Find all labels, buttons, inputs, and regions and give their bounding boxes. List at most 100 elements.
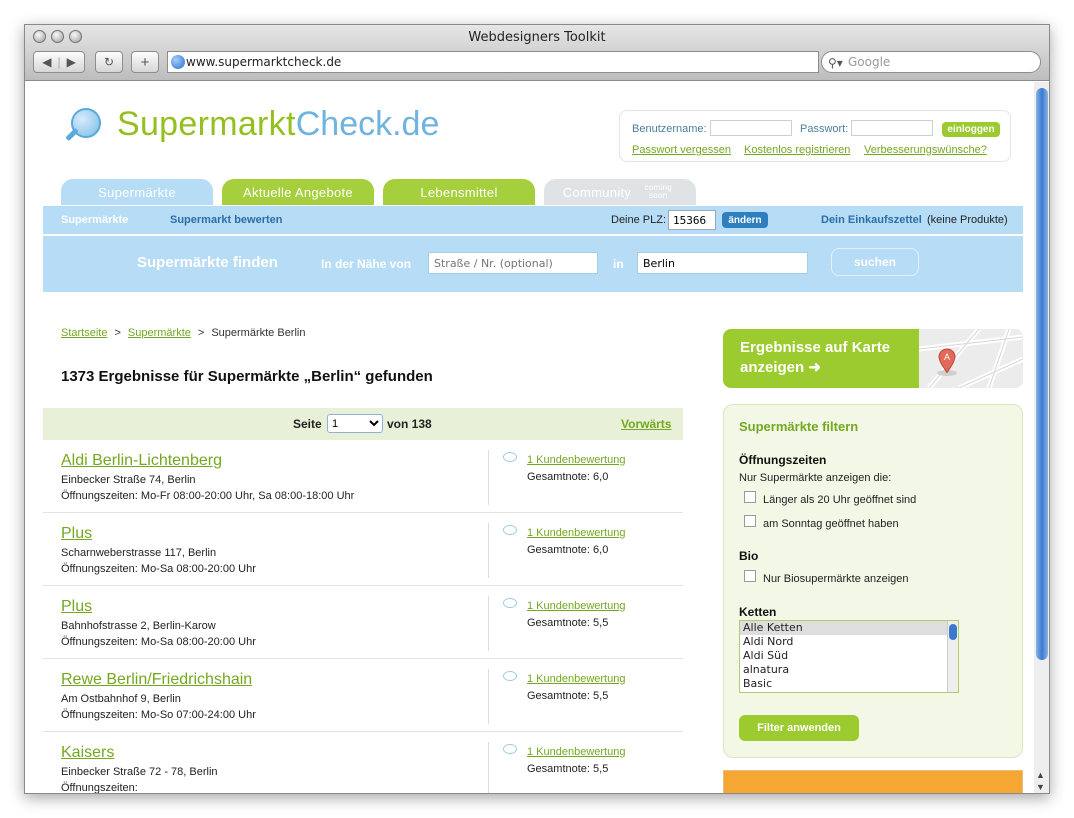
sunday-open-label: am Sonntag geöffnet haben bbox=[763, 518, 899, 530]
register-link[interactable]: Kostenlos registrieren bbox=[744, 144, 850, 156]
add-bookmark-button[interactable]: + bbox=[131, 51, 159, 73]
site-logo[interactable]: Supermarkt Check.de bbox=[63, 104, 439, 144]
shopping-list-count: (keine Produkte) bbox=[927, 214, 1008, 226]
result-address: Einbecker Straße 72 - 78, Berlin bbox=[61, 766, 218, 778]
tab-community[interactable]: Community coming soon bbox=[544, 179, 696, 205]
breadcrumb-supermaerkte[interactable]: Supermärkte bbox=[128, 327, 191, 339]
result-name-link[interactable]: Rewe Berlin/Friedrichshain bbox=[61, 671, 252, 689]
chains-title: Ketten bbox=[739, 605, 777, 619]
result-hours: Öffnungszeiten: Mo-Sa 08:00-20:00 Uhr bbox=[61, 563, 256, 575]
late-open-label: Länger als 20 Uhr geöffnet sind bbox=[763, 494, 917, 506]
result-grade: Gesamtnote: 5,5 bbox=[527, 690, 609, 702]
promo-banner[interactable] bbox=[723, 770, 1023, 793]
filter-title: Supermärkte filtern bbox=[739, 419, 859, 434]
tab-angebote[interactable]: Aktuelle Angebote bbox=[222, 179, 374, 205]
result-hours: Öffnungszeiten: Mo-So 07:00-24:00 Uhr bbox=[61, 709, 256, 721]
filter-panel: Supermärkte filtern Öffnungszeiten Nur S… bbox=[723, 404, 1023, 758]
password-input[interactable] bbox=[851, 120, 933, 136]
result-name-link[interactable]: Plus bbox=[61, 525, 92, 543]
breadcrumb-home[interactable]: Startseite bbox=[61, 327, 107, 339]
plus-icon: + bbox=[140, 53, 150, 71]
result-reviews-link[interactable]: 1 Kundenbewertung bbox=[527, 673, 625, 685]
bio-checkbox[interactable] bbox=[744, 570, 756, 582]
apply-filter-button[interactable]: Filter anwenden bbox=[739, 715, 859, 741]
result-address: Scharnweberstrasse 117, Berlin bbox=[61, 547, 217, 559]
result-grade: Gesamtnote: 5,5 bbox=[527, 763, 609, 775]
scroll-up-icon[interactable]: ▲ bbox=[1036, 770, 1045, 780]
url-text: www.supermarktcheck.de bbox=[186, 55, 342, 69]
result-grade: Gesamtnote: 6,0 bbox=[527, 544, 609, 556]
subnav-supermaerkte[interactable]: Supermärkte bbox=[61, 214, 128, 226]
web-page: Supermarkt Check.de Benutzername: Passwor… bbox=[25, 82, 1034, 794]
late-open-checkbox[interactable] bbox=[744, 491, 756, 503]
result-reviews-link[interactable]: 1 Kundenbewertung bbox=[527, 454, 625, 466]
chain-option[interactable]: Alle Ketten bbox=[740, 621, 958, 635]
suggestions-link[interactable]: Verbesserungswünsche? bbox=[864, 144, 987, 156]
sunday-open-checkbox[interactable] bbox=[744, 515, 756, 527]
next-page-link[interactable]: Vorwärts bbox=[621, 417, 671, 431]
result-reviews-link[interactable]: 1 Kundenbewertung bbox=[527, 746, 625, 758]
chain-option[interactable]: alnatura bbox=[740, 663, 958, 677]
plz-input[interactable] bbox=[668, 210, 716, 230]
forgot-password-link[interactable]: Passwort vergessen bbox=[632, 144, 731, 156]
street-input[interactable] bbox=[428, 252, 598, 274]
map-link-line2: anzeigen ➜ bbox=[740, 359, 821, 376]
show-on-map-button[interactable]: Ergebnisse auf Karte anzeigen ➜ A bbox=[723, 329, 1023, 388]
speech-bubble-icon bbox=[503, 452, 517, 462]
tab-community-label: Community bbox=[562, 184, 632, 200]
result-grade: Gesamtnote: 5,5 bbox=[527, 617, 609, 629]
magnifier-cart-icon bbox=[63, 104, 103, 144]
scroll-down-icon[interactable]: ▼ bbox=[1036, 782, 1045, 792]
shopping-list-link[interactable]: Dein Einkaufszettel bbox=[821, 214, 922, 226]
tab-lebensmittel[interactable]: Lebensmittel bbox=[383, 179, 535, 205]
chain-option[interactable]: Aldi Süd bbox=[740, 649, 958, 663]
map-marker-label: A bbox=[944, 352, 950, 362]
result-name-link[interactable]: Kaisers bbox=[61, 744, 114, 762]
tab-supermaerkte[interactable]: Supermärkte bbox=[61, 179, 213, 205]
browser-window: Webdesigners Toolkit ◀ | ▶ ↻ + www.superma… bbox=[24, 24, 1050, 794]
page-select[interactable]: 1 bbox=[327, 414, 383, 433]
logo-text-check: Check.de bbox=[295, 104, 440, 143]
listbox-scrollbar[interactable] bbox=[947, 621, 958, 692]
result-hours: Öffnungszeiten: bbox=[61, 782, 138, 794]
map-link-line1: Ergebnisse auf Karte bbox=[740, 339, 891, 356]
coming-soon-badge: coming soon bbox=[644, 183, 673, 200]
search-button[interactable]: suchen bbox=[831, 248, 919, 276]
scrollbar-thumb[interactable] bbox=[1036, 88, 1048, 660]
result-reviews-link[interactable]: 1 Kundenbewertung bbox=[527, 600, 625, 612]
speech-bubble-icon bbox=[503, 671, 517, 681]
near-label: In der Nähe von bbox=[321, 257, 412, 271]
breadcrumb: Startseite > Supermärkte > Supermärkte Berli… bbox=[61, 327, 306, 339]
back-arrow-icon[interactable]: ◀ bbox=[42, 55, 51, 69]
result-row: Plus Scharnweberstrasse 117, Berlin Öffn… bbox=[43, 513, 683, 586]
reload-button[interactable]: ↻ bbox=[95, 51, 123, 73]
result-reviews-link[interactable]: 1 Kundenbewertung bbox=[527, 527, 625, 539]
result-name-link[interactable]: Plus bbox=[61, 598, 92, 616]
result-name-link[interactable]: Aldi Berlin-Lichtenberg bbox=[61, 452, 222, 470]
forward-arrow-icon[interactable]: ▶ bbox=[67, 55, 76, 69]
map-thumbnail: A bbox=[919, 329, 1023, 388]
search-panel: Supermärkte finden In der Nähe von in su… bbox=[43, 236, 1023, 292]
listbox-scroll-thumb[interactable] bbox=[949, 624, 957, 640]
browser-search-field[interactable]: ⚲▾ Google bbox=[821, 51, 1041, 73]
username-input[interactable] bbox=[710, 120, 792, 136]
back-forward-buttons[interactable]: ◀ | ▶ bbox=[33, 51, 85, 73]
pagination-bar: Seite 1 von 138 Vorwärts bbox=[43, 408, 683, 440]
address-bar[interactable]: www.supermarktcheck.de bbox=[167, 51, 819, 73]
result-row: Kaisers Einbecker Straße 72 - 78, Berlin… bbox=[43, 732, 683, 794]
result-address: Einbecker Straße 74, Berlin bbox=[61, 474, 196, 486]
browser-titlebar: Webdesigners Toolkit ◀ | ▶ ↻ + www.superma… bbox=[25, 25, 1049, 81]
login-button[interactable]: einloggen bbox=[942, 122, 1000, 137]
change-plz-button[interactable]: ändern bbox=[722, 212, 768, 228]
chains-listbox[interactable]: Alle Ketten Aldi Nord Aldi Süd alnatura … bbox=[739, 620, 959, 693]
hours-hint: Nur Supermärkte anzeigen die: bbox=[739, 472, 892, 484]
main-tabs: Supermärkte Aktuelle Angebote Lebensmitt… bbox=[61, 179, 705, 205]
in-label: in bbox=[613, 257, 624, 271]
vertical-scrollbar[interactable]: ▲ ▼ bbox=[1033, 82, 1049, 793]
chain-option[interactable]: Aldi Nord bbox=[740, 635, 958, 649]
subnav-bewerten[interactable]: Supermarkt bewerten bbox=[170, 214, 282, 226]
hours-title: Öffnungszeiten bbox=[739, 453, 827, 467]
page-label: Seite bbox=[293, 417, 322, 431]
chain-option[interactable]: Basic bbox=[740, 677, 958, 691]
city-input[interactable] bbox=[637, 252, 808, 274]
